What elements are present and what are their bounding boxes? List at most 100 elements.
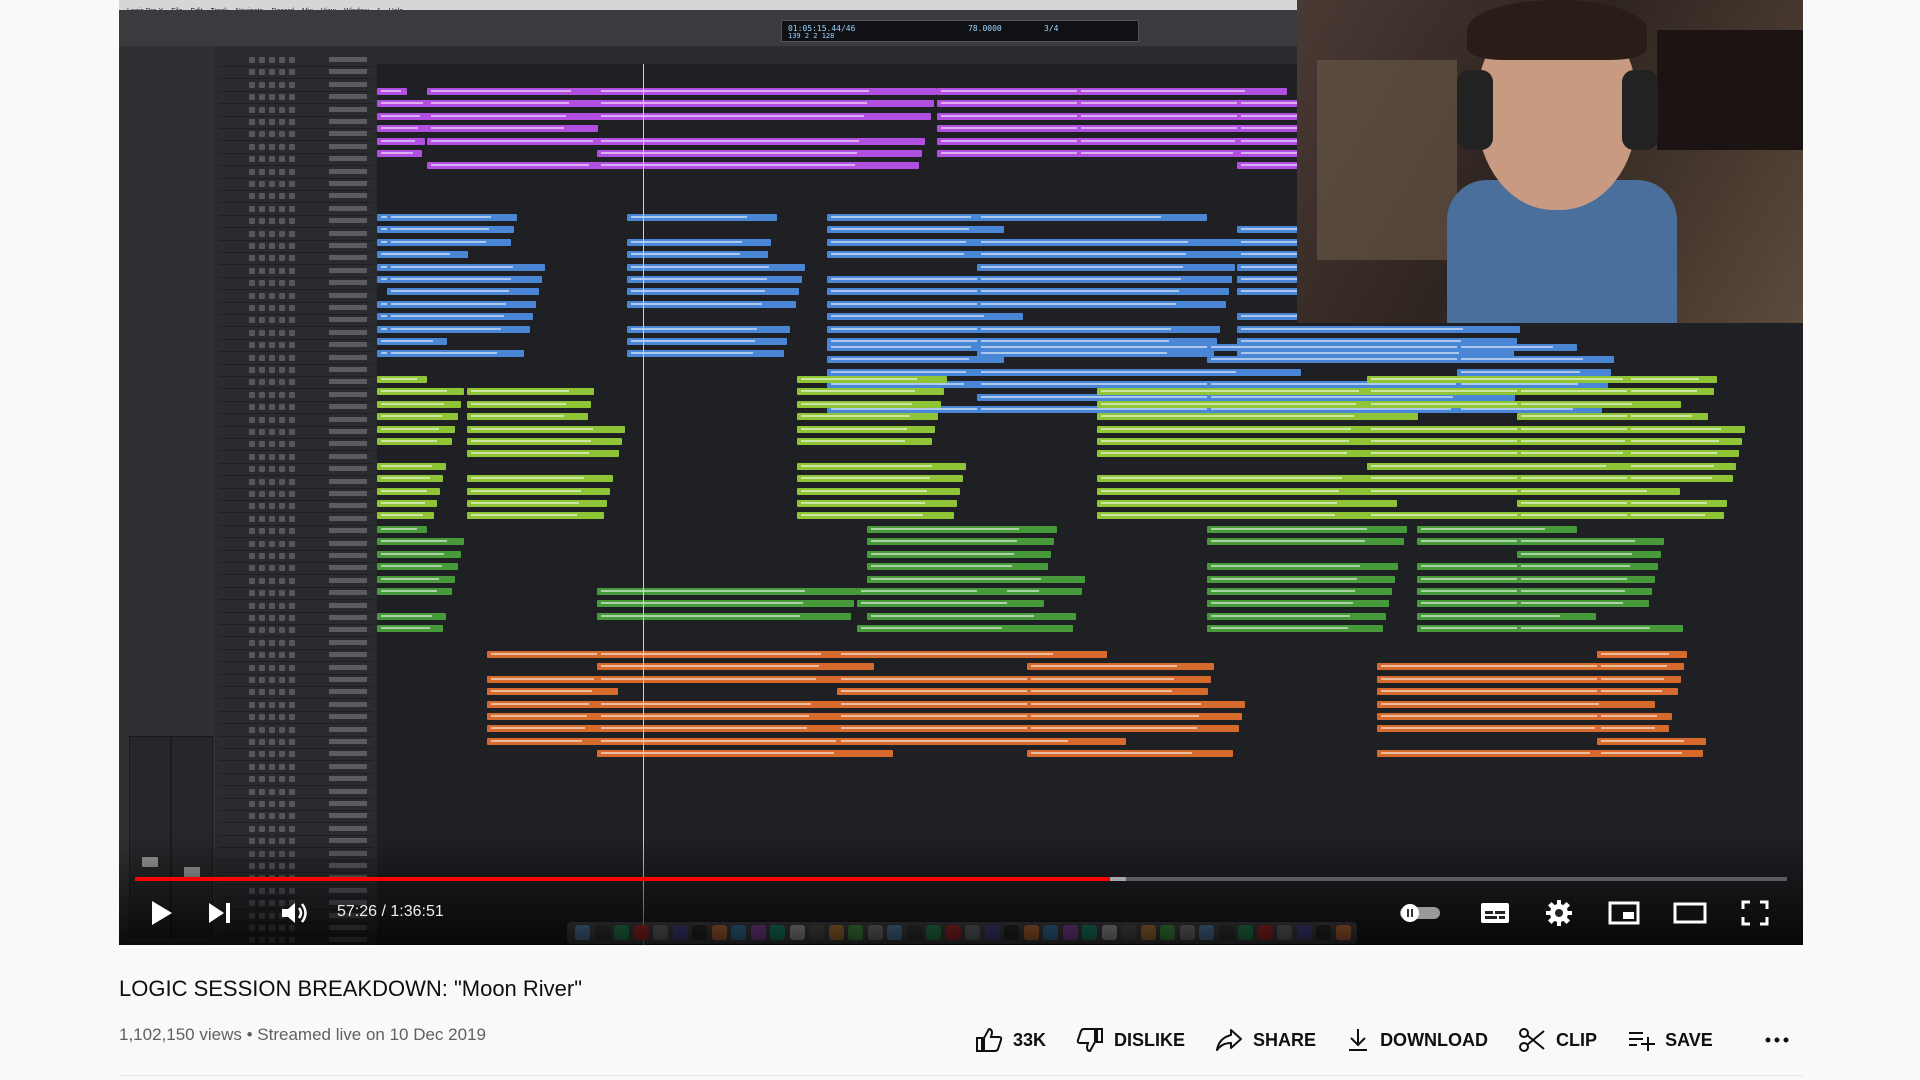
section-divider [119, 1075, 1803, 1076]
video-frame[interactable]: Logic Pro XFileEditTrackNavigateRecordMi… [119, 0, 1803, 945]
save-button[interactable]: SAVE [1627, 1028, 1713, 1052]
video-player[interactable]: Logic Pro XFileEditTrackNavigateRecordMi… [119, 0, 1803, 945]
region-lime [377, 487, 440, 495]
region-lime [797, 512, 954, 520]
region-green [1417, 526, 1577, 533]
track-header-row [219, 203, 373, 216]
track-header-row [219, 166, 373, 179]
play-button[interactable] [145, 898, 179, 928]
region-blue [387, 226, 514, 234]
track-header-row [219, 637, 373, 650]
region-lime [467, 413, 588, 421]
video-meta: 1,102,150 views • Streamed live on 10 De… [119, 1025, 486, 1045]
region-orange [837, 651, 1107, 658]
more-actions-button[interactable] [1762, 1028, 1792, 1052]
clip-button[interactable]: CLIP [1518, 1027, 1597, 1053]
region-orange [1027, 700, 1245, 708]
region-blue [627, 325, 790, 333]
share-button[interactable]: SHARE [1215, 1028, 1316, 1052]
region-green [377, 526, 427, 533]
region-orange [597, 675, 871, 683]
region-blue [627, 251, 768, 259]
region-blue [977, 368, 1301, 376]
region-purple [597, 137, 925, 145]
track-header-row [219, 389, 373, 402]
track-header-row [219, 699, 373, 712]
track-header-row [219, 810, 373, 824]
region-orange [1027, 750, 1233, 758]
region-blue [977, 325, 1220, 333]
region-purple [427, 88, 607, 95]
region-green [1207, 612, 1386, 620]
like-button[interactable]: 33K [975, 1027, 1046, 1053]
track-header-row [219, 513, 373, 526]
region-blue [377, 251, 468, 259]
region-green [1517, 600, 1649, 608]
download-button[interactable]: DOWNLOAD [1346, 1027, 1488, 1053]
settings-button[interactable] [1541, 898, 1577, 928]
track-header-row [219, 265, 373, 278]
miniplayer-button[interactable] [1605, 898, 1643, 928]
gear-icon [1546, 900, 1572, 926]
region-lime [797, 400, 941, 408]
stream-date: Streamed live on 10 Dec 2019 [257, 1025, 486, 1044]
region-lime [1367, 462, 1666, 470]
region-blue [387, 350, 524, 358]
region-purple [597, 162, 919, 170]
region-blue [387, 325, 530, 333]
region-lime [797, 413, 938, 421]
region-green [867, 612, 1076, 620]
track-header-row [219, 178, 373, 191]
region-purple [597, 100, 934, 108]
track-header-row [219, 761, 373, 774]
region-blue [1237, 325, 1520, 333]
volume-button[interactable] [277, 898, 313, 928]
region-blue [977, 214, 1207, 221]
region-lime [1097, 475, 1403, 483]
region-blue [1457, 344, 1577, 351]
region-lime [1627, 438, 1742, 445]
fullscreen-button[interactable] [1737, 898, 1773, 928]
track-header-row [219, 290, 373, 303]
region-lime [1517, 400, 1661, 408]
volume-icon [282, 903, 307, 923]
region-orange [1027, 688, 1208, 696]
region-green [1517, 588, 1652, 595]
mac-menubar: Logic Pro XFileEditTrackNavigateRecordMi… [119, 0, 1297, 15]
region-blue [377, 338, 447, 345]
track-header-row [219, 476, 373, 489]
region-blue [827, 368, 1001, 376]
subtitles-button[interactable] [1477, 898, 1513, 928]
track-header-row [219, 277, 373, 291]
region-purple [427, 125, 598, 133]
time-separator: / [377, 903, 391, 920]
lcd-bars: 139 2 2 128 [788, 32, 835, 40]
logic-lcd-display: 01:05:15.44/46 139 2 2 128 78.0000 3/4 [781, 20, 1139, 42]
logic-inspector [119, 46, 216, 945]
region-blue [977, 263, 1235, 271]
track-header-row [219, 364, 373, 377]
region-lime [377, 462, 446, 470]
lcd-signature: 3/4 [1044, 24, 1059, 33]
autoplay-toggle[interactable] [1397, 898, 1443, 928]
region-purple [427, 112, 601, 120]
theater-mode-button[interactable] [1671, 898, 1709, 928]
region-green [857, 625, 1038, 633]
region-blue [627, 350, 784, 358]
track-header-row [219, 624, 373, 638]
region-lime [797, 475, 963, 483]
region-blue [977, 350, 1214, 358]
region-lime [1627, 425, 1745, 433]
track-header-row [219, 587, 373, 601]
next-button[interactable] [203, 898, 237, 928]
webcam-overlay [1297, 0, 1803, 323]
region-lime [467, 400, 591, 408]
region-green [1517, 538, 1664, 546]
region-lime [377, 376, 427, 383]
progress-bar[interactable] [135, 877, 1787, 881]
region-orange [1597, 688, 1678, 696]
region-green [867, 526, 1057, 533]
dislike-button[interactable]: DISLIKE [1076, 1027, 1185, 1053]
like-count: 33K [1013, 1029, 1047, 1050]
clip-label: CLIP [1556, 1029, 1598, 1050]
